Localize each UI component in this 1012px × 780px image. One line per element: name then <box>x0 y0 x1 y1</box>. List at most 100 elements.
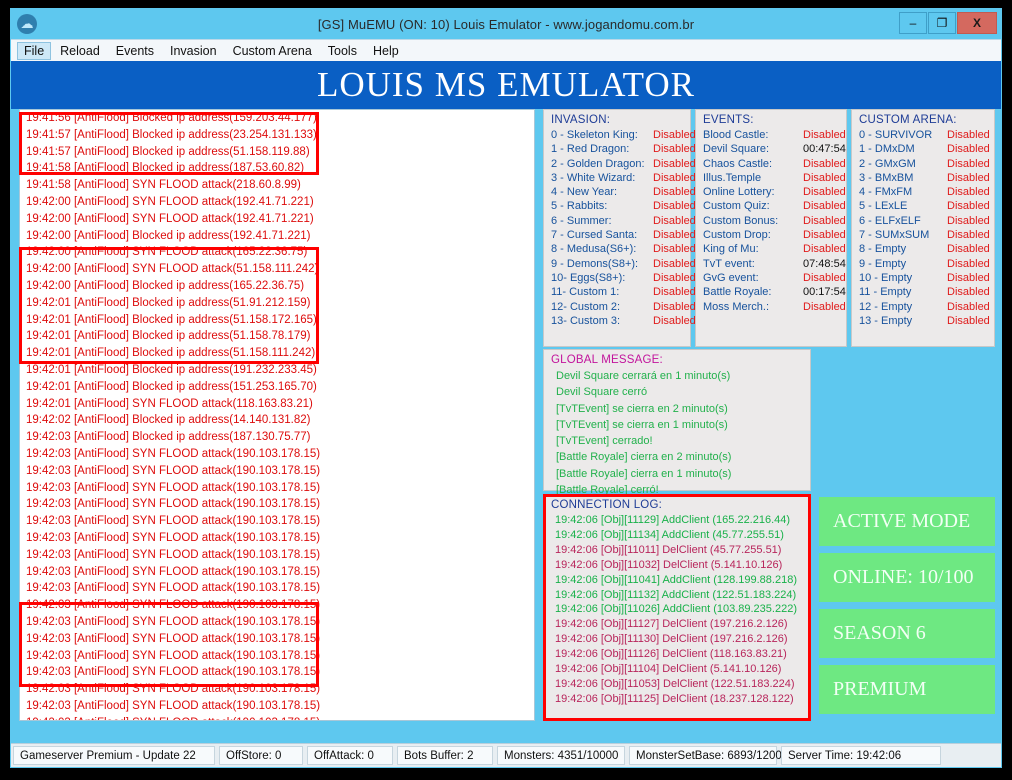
log-line: 19:42:02 [AntiFlood] Blocked ip address(… <box>26 414 311 427</box>
status-row: 13- Custom 3: Disabled <box>551 314 696 328</box>
status-row-value: Disabled <box>803 214 846 227</box>
status-row-value: Disabled <box>947 243 990 256</box>
status-row: 10- Eggs(S8+): Disabled <box>551 271 696 285</box>
menu-item-file[interactable]: File <box>17 41 52 60</box>
log-line: 19:42:03 [AntiFlood] SYN FLOOD attack(19… <box>26 548 321 561</box>
connection-log-line: 19:42:06 [Obj][11127] DelClient (197.216… <box>555 618 788 631</box>
status-row: 1 - Red Dragon: Disabled <box>551 142 696 156</box>
status-bar: Gameserver Premium - Update 22 OffStore: … <box>11 743 1001 767</box>
menu-item-events[interactable]: Events <box>109 42 161 60</box>
status-row-label: Online Lottery: <box>703 186 775 199</box>
log-line: 19:42:00 [AntiFlood] Blocked ip address(… <box>26 279 305 292</box>
status-row-label: 9 - Empty <box>859 257 907 270</box>
status-row-label: 11- Custom 1: <box>551 286 620 299</box>
status-row-value: Disabled <box>803 129 846 141</box>
log-line: 19:42:01 [AntiFlood] Blocked ip address(… <box>26 347 316 360</box>
log-line: 19:42:03 [AntiFlood] SYN FLOOD attack(19… <box>26 615 321 628</box>
invasion-title: INVASION: <box>551 114 611 126</box>
log-line: 19:42:00 [AntiFlood] SYN FLOOD attack(19… <box>26 212 314 225</box>
log-line: 19:42:03 [AntiFlood] SYN FLOOD attack(19… <box>26 481 321 494</box>
log-line: 19:42:03 [AntiFlood] SYN FLOOD attack(19… <box>26 464 321 477</box>
status-row-value: Disabled <box>947 229 990 242</box>
connection-log-line: 19:42:06 [Obj][11053] DelClient (122.51.… <box>555 677 795 690</box>
status-row: 13 - Empty Disabled <box>859 314 990 328</box>
menu-item-custom-arena[interactable]: Custom Arena <box>226 42 319 60</box>
log-line: 19:42:00 [AntiFlood] SYN FLOOD attack(19… <box>26 195 314 208</box>
log-line: 19:42:03 [AntiFlood] SYN FLOOD attack(19… <box>26 649 321 662</box>
connection-log-line: 19:42:06 [Obj][11132] AddClient (122.51.… <box>555 588 797 601</box>
antiflood-log-panel[interactable]: 19:41:56 [AntiFlood] Blocked ip address(… <box>19 109 535 721</box>
menu-item-tools[interactable]: Tools <box>321 42 364 60</box>
status-row-value: Disabled <box>803 243 846 256</box>
status-row: Devil Square: 00:47:54 <box>703 142 846 156</box>
custom-arena-list: 0 - SURVIVOR Disabled 1 - DMxDM Disabled 2 -… <box>852 128 994 328</box>
status-row: 6 - ELFxELF Disabled <box>859 214 990 228</box>
status-row-label: Devil Square: <box>703 143 770 156</box>
status-row: 8 - Empty Disabled <box>859 242 990 256</box>
status-button-active-mode[interactable]: ACTIVE MODE <box>819 497 995 546</box>
status-row-value: Disabled <box>947 129 990 141</box>
menu-item-invasion[interactable]: Invasion <box>163 42 224 60</box>
status-row-value: Disabled <box>653 286 696 299</box>
minimize-button[interactable]: – <box>899 12 927 34</box>
status-row-label: Blood Castle: <box>703 129 769 141</box>
status-row: TvT event: 07:48:54 <box>703 257 846 271</box>
status-row: Moss Merch.: Disabled <box>703 300 846 314</box>
status-row: 11 - Empty Disabled <box>859 285 990 299</box>
status-row-value: Disabled <box>653 243 696 256</box>
status-button-premium[interactable]: PREMIUM <box>819 665 995 714</box>
log-line: 19:41:56 [AntiFlood] Blocked ip address(… <box>26 112 317 124</box>
status-row: Custom Bonus: Disabled <box>703 214 846 228</box>
log-line: 19:41:58 [AntiFlood] Blocked ip address(… <box>26 162 305 175</box>
maximize-button[interactable]: ❐ <box>928 12 956 34</box>
global-message-panel[interactable]: GLOBAL MESSAGE: Devil Square cerrará en … <box>543 349 811 496</box>
status-row-value: Disabled <box>947 300 990 313</box>
global-message-line: [TvTEvent] cerrado! <box>556 435 653 448</box>
status-row-value: Disabled <box>653 129 696 141</box>
status-row-label: TvT event: <box>703 257 755 270</box>
invasion-list: 0 - Skeleton King: Disabled 1 - Red Dragon… <box>544 128 696 328</box>
connection-log-line: 19:42:06 [Obj][11126] DelClient (118.163… <box>555 648 787 661</box>
connection-log-line: 19:42:06 [Obj][11104] DelClient (5.141.1… <box>555 663 782 676</box>
status-row-label: 2 - GMxGM <box>859 157 916 170</box>
status-row-label: King of Mu: <box>703 243 759 256</box>
status-row-label: 1 - Red Dragon: <box>551 143 630 156</box>
status-row-label: Moss Merch.: <box>703 300 770 313</box>
log-line: 19:42:01 [AntiFlood] Blocked ip address(… <box>26 363 317 376</box>
invasion-panel: INVASION: 0 - Skeleton King: Disabled 1 - … <box>543 109 696 347</box>
status-row-value: Disabled <box>653 229 696 242</box>
menu-item-reload[interactable]: Reload <box>53 42 107 60</box>
menu-item-help[interactable]: Help <box>366 42 406 60</box>
global-message-line: [TvTEvent] se cierra en 2 minuto(s) <box>556 402 728 415</box>
status-row-label: 1 - DMxDM <box>859 143 915 156</box>
log-line: 19:42:03 [AntiFlood] Blocked ip address(… <box>26 431 311 444</box>
status-row: 5 - Rabbits: Disabled <box>551 199 696 213</box>
status-row-value: Disabled <box>653 171 696 184</box>
status-row-value: 00:47:54 <box>803 143 846 156</box>
status-row-label: 4 - New Year: <box>551 186 618 199</box>
status-row-label: 12- Custom 2: <box>551 300 621 313</box>
status-row-label: 3 - BMxBM <box>859 171 914 184</box>
status-row: 3 - White Wizard: Disabled <box>551 171 696 185</box>
status-row: 10 - Empty Disabled <box>859 271 990 285</box>
log-line: 19:42:03 [AntiFlood] SYN FLOOD attack(19… <box>26 498 321 511</box>
status-row-value: Disabled <box>803 271 846 284</box>
status-row: 4 - FMxFM Disabled <box>859 185 990 199</box>
globe-icon: ☁ <box>17 14 37 34</box>
status-bar-cell: OffStore: 0 <box>219 746 303 765</box>
log-line: 19:42:01 [AntiFlood] Blocked ip address(… <box>26 313 317 326</box>
status-button-season-6[interactable]: SEASON 6 <box>819 609 995 658</box>
custom-arena-title: CUSTOM ARENA: <box>859 114 957 126</box>
connection-log-panel[interactable]: CONNECTION LOG: 19:42:06 [Obj][11129] Ad… <box>543 494 811 721</box>
status-row-value: Disabled <box>653 200 696 213</box>
dashboard-column: INVASION: 0 - Skeleton King: Disabled 1 - … <box>543 109 995 721</box>
status-row-value: Disabled <box>803 157 846 170</box>
global-message-list: Devil Square cerrará en 1 minuto(s) Devil… <box>544 368 810 498</box>
status-button-online-10-100[interactable]: ONLINE: 10/100 <box>819 553 995 602</box>
log-line: 19:42:03 [AntiFlood] SYN FLOOD attack(19… <box>26 632 321 645</box>
status-bar-cell: OffAttack: 0 <box>307 746 393 765</box>
close-button[interactable]: X <box>957 12 997 34</box>
connection-log-line: 19:42:06 [Obj][11032] DelClient (5.141.1… <box>555 558 783 571</box>
app-banner: LOUIS MS EMULATOR <box>11 61 1001 109</box>
window-controls: – ❐ X <box>899 12 997 34</box>
